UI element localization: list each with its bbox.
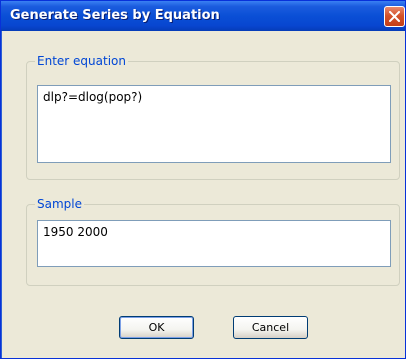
ok-button[interactable]: OK — [119, 316, 194, 339]
generate-series-dialog: Generate Series by Equation Enter equati… — [0, 0, 406, 359]
close-x-icon — [389, 11, 400, 22]
equation-input[interactable]: dlp?=dlog(pop?) — [37, 85, 391, 163]
title-bar[interactable]: Generate Series by Equation — [1, 1, 405, 31]
close-button[interactable] — [384, 6, 405, 27]
sample-input[interactable]: 1950 2000 — [37, 220, 391, 267]
dialog-title: Generate Series by Equation — [10, 8, 220, 23]
sample-group-label: Sample — [37, 197, 82, 211]
dialog-client-area: Enter equation dlp?=dlog(pop?) Sample 19… — [1, 31, 405, 358]
equation-group-label: Enter equation — [37, 54, 126, 68]
cancel-button[interactable]: Cancel — [233, 316, 308, 339]
